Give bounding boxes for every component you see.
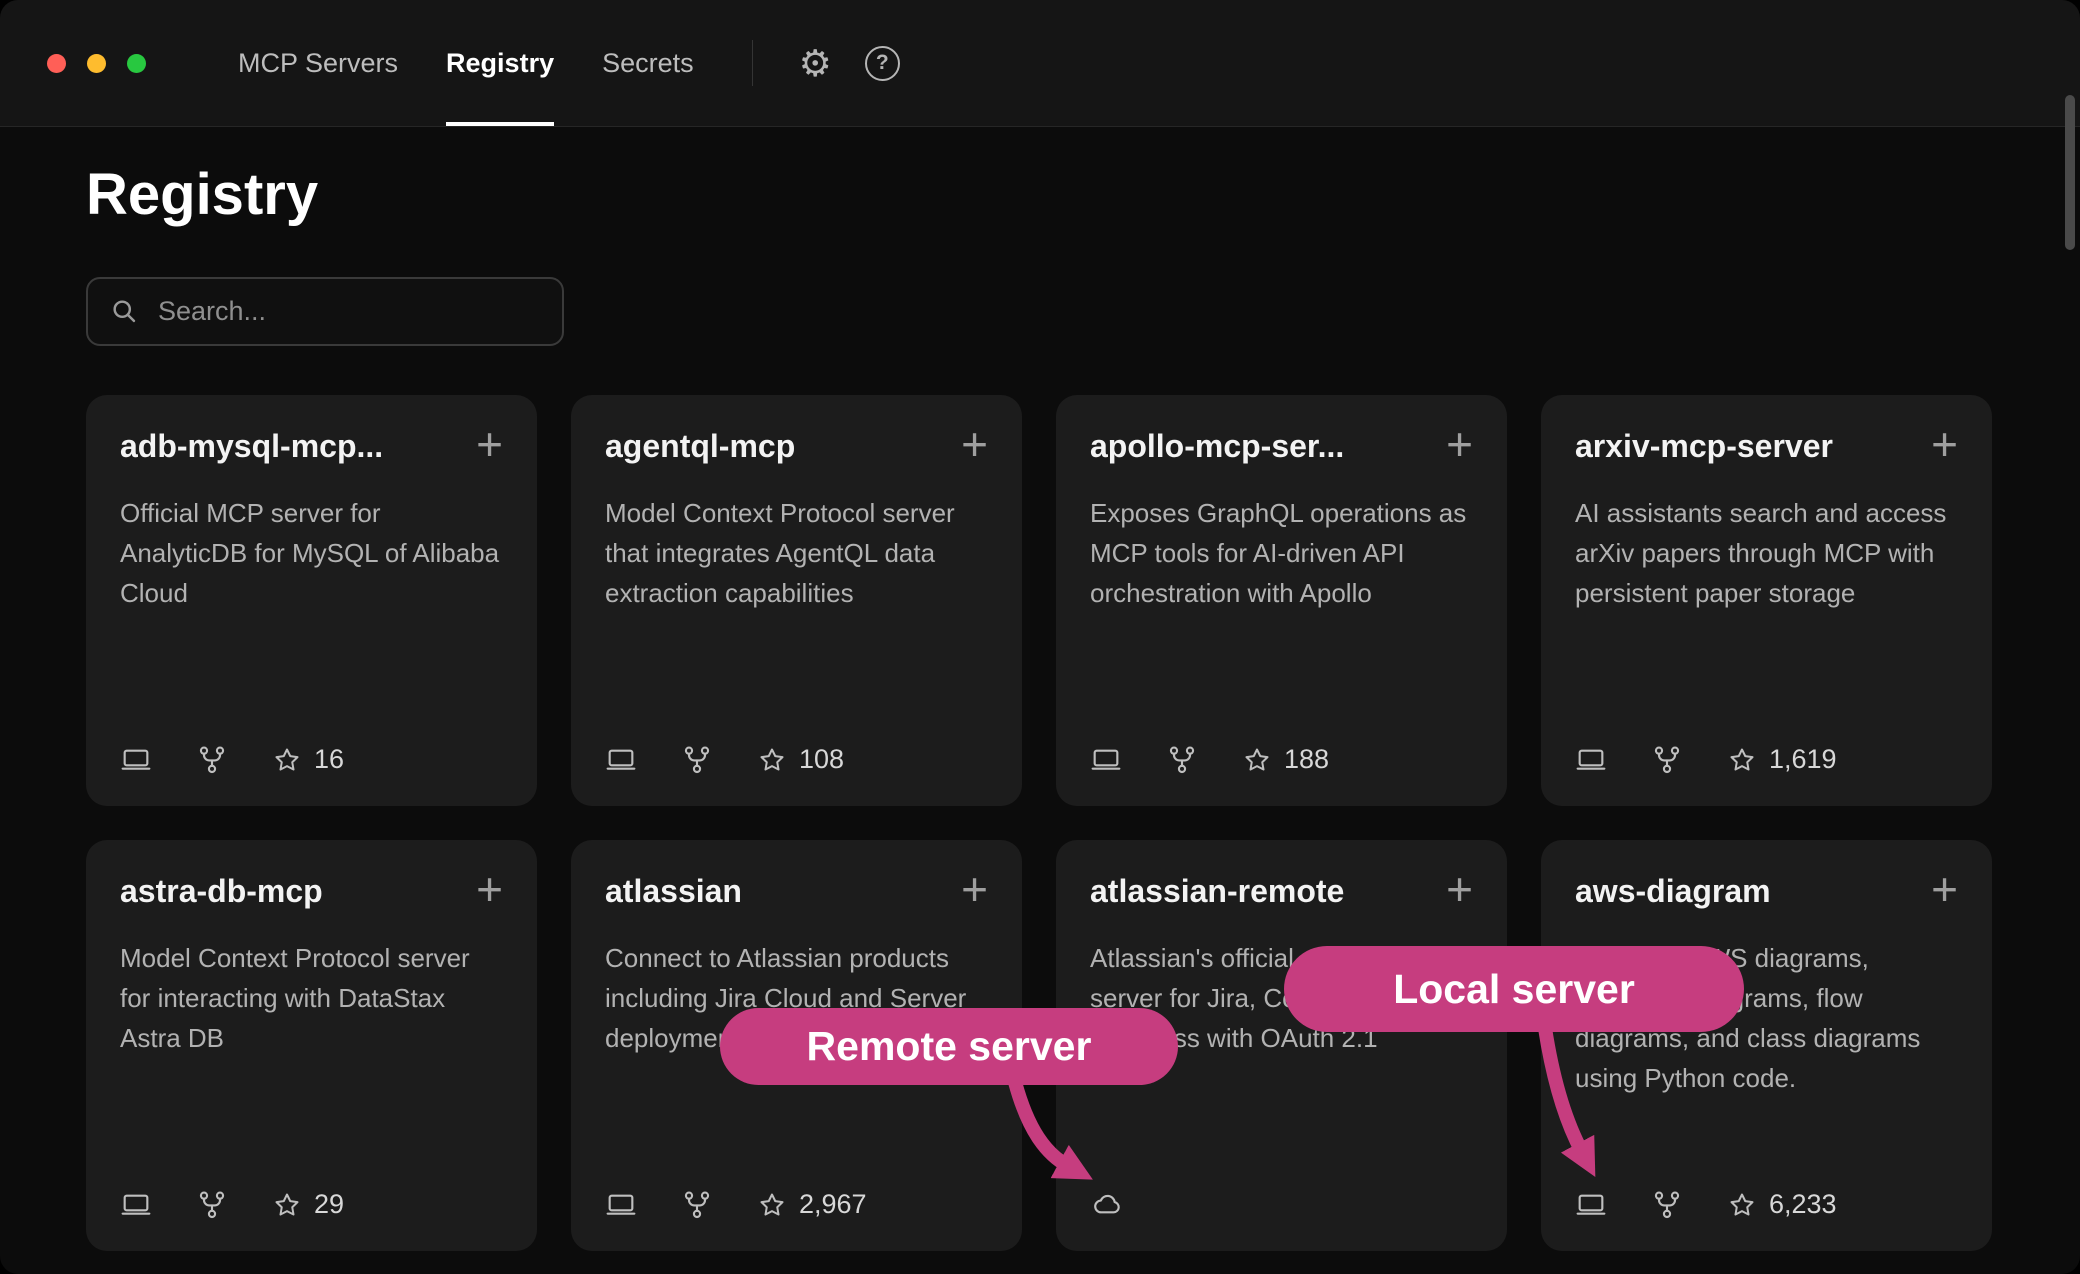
server-card-footer: 108 (605, 744, 988, 776)
server-name: apollo-mcp-ser... (1090, 423, 1436, 469)
remote-server-callout: Remote server (720, 1008, 1178, 1085)
server-card[interactable]: arxiv-mcp-server + AI assistants search … (1541, 395, 1992, 806)
search-box[interactable] (86, 277, 564, 346)
server-card-footer: 2,967 (605, 1189, 988, 1221)
server-name: aws-diagram (1575, 868, 1921, 914)
star-icon (272, 745, 302, 775)
star-icon (757, 745, 787, 775)
tab-secrets[interactable]: Secrets (602, 0, 694, 126)
star-count-value: 108 (799, 744, 844, 775)
add-server-button[interactable]: + (951, 868, 988, 912)
star-count: 16 (272, 744, 344, 775)
cloud-icon (1090, 1189, 1126, 1221)
star-icon (1727, 1190, 1757, 1220)
server-card-footer: 6,233 (1575, 1189, 1958, 1221)
star-count-value: 16 (314, 744, 344, 775)
star-count: 29 (272, 1189, 344, 1220)
app-window: MCP Servers Registry Secrets ⚙ ? Registr… (0, 0, 2080, 1274)
laptop-icon (605, 1189, 637, 1221)
server-name: atlassian-remote (1090, 868, 1436, 914)
help-icon[interactable]: ? (865, 46, 900, 81)
github-fork-icon[interactable] (1651, 1189, 1683, 1221)
star-icon (272, 1190, 302, 1220)
star-count: 1,619 (1727, 744, 1837, 775)
server-description: AI assistants search and access arXiv pa… (1575, 493, 1958, 613)
add-server-button[interactable]: + (1921, 868, 1958, 912)
server-card[interactable]: astra-db-mcp + Model Context Protocol se… (86, 840, 537, 1251)
server-name: arxiv-mcp-server (1575, 423, 1921, 469)
local-server-callout: Local server (1284, 946, 1744, 1032)
maximize-button[interactable] (127, 54, 146, 73)
add-server-button[interactable]: + (1436, 868, 1473, 912)
star-count-value: 1,619 (1769, 744, 1837, 775)
laptop-icon (1575, 744, 1607, 776)
laptop-icon (1575, 1189, 1607, 1221)
server-card[interactable]: adb-mysql-mcp... + Official MCP server f… (86, 395, 537, 806)
search-input[interactable] (156, 295, 540, 328)
add-server-button[interactable]: + (951, 423, 988, 467)
server-name: adb-mysql-mcp... (120, 423, 466, 469)
star-count: 188 (1242, 744, 1329, 775)
server-card[interactable]: apollo-mcp-ser... + Exposes GraphQL oper… (1056, 395, 1507, 806)
star-count-value: 29 (314, 1189, 344, 1220)
laptop-icon (120, 744, 152, 776)
add-server-button[interactable]: + (466, 423, 503, 467)
server-card-footer: 188 (1090, 744, 1473, 776)
add-server-button[interactable]: + (1436, 423, 1473, 467)
laptop-icon (1090, 744, 1122, 776)
server-card[interactable]: aws-diagram + Generate AWS diagrams, seq… (1541, 840, 1992, 1251)
star-icon (1242, 745, 1272, 775)
add-server-button[interactable]: + (1921, 423, 1958, 467)
star-count-value: 188 (1284, 744, 1329, 775)
titlebar-divider (752, 40, 753, 86)
github-fork-icon[interactable] (196, 1189, 228, 1221)
star-icon (757, 1190, 787, 1220)
minimize-button[interactable] (87, 54, 106, 73)
server-card-footer: 29 (120, 1189, 503, 1221)
registry-grid: adb-mysql-mcp... + Official MCP server f… (86, 395, 2080, 1251)
server-card-footer (1090, 1189, 1473, 1221)
github-fork-icon[interactable] (1166, 744, 1198, 776)
star-count: 6,233 (1727, 1189, 1837, 1220)
laptop-icon (605, 744, 637, 776)
star-count: 108 (757, 744, 844, 775)
star-count: 2,967 (757, 1189, 867, 1220)
laptop-icon (120, 1189, 152, 1221)
server-description: Model Context Protocol server for intera… (120, 938, 503, 1058)
server-name: agentql-mcp (605, 423, 951, 469)
window-controls (0, 54, 146, 73)
star-count-value: 6,233 (1769, 1189, 1837, 1220)
registry-page: Registry adb-mysql-mcp... + Official MCP… (0, 163, 2080, 1251)
github-fork-icon[interactable] (1651, 744, 1683, 776)
server-card-footer: 1,619 (1575, 744, 1958, 776)
server-description: Exposes GraphQL operations as MCP tools … (1090, 493, 1473, 613)
main-tabs: MCP Servers Registry Secrets (238, 0, 694, 126)
tab-mcp-servers[interactable]: MCP Servers (238, 0, 398, 126)
github-fork-icon[interactable] (681, 1189, 713, 1221)
titlebar: MCP Servers Registry Secrets ⚙ ? (0, 0, 2080, 127)
tab-registry[interactable]: Registry (446, 0, 554, 126)
star-count-value: 2,967 (799, 1189, 867, 1220)
settings-gear-icon[interactable]: ⚙ (799, 42, 832, 85)
add-server-button[interactable]: + (466, 868, 503, 912)
github-fork-icon[interactable] (196, 744, 228, 776)
server-description: Model Context Protocol server that integ… (605, 493, 988, 613)
search-icon (110, 297, 138, 325)
star-icon (1727, 745, 1757, 775)
server-name: atlassian (605, 868, 951, 914)
server-card[interactable]: agentql-mcp + Model Context Protocol ser… (571, 395, 1022, 806)
server-card-footer: 16 (120, 744, 503, 776)
close-button[interactable] (47, 54, 66, 73)
github-fork-icon[interactable] (681, 744, 713, 776)
scrollbar-thumb[interactable] (2065, 95, 2075, 250)
page-title: Registry (86, 163, 2080, 227)
server-name: astra-db-mcp (120, 868, 466, 914)
server-description: Official MCP server for AnalyticDB for M… (120, 493, 503, 613)
